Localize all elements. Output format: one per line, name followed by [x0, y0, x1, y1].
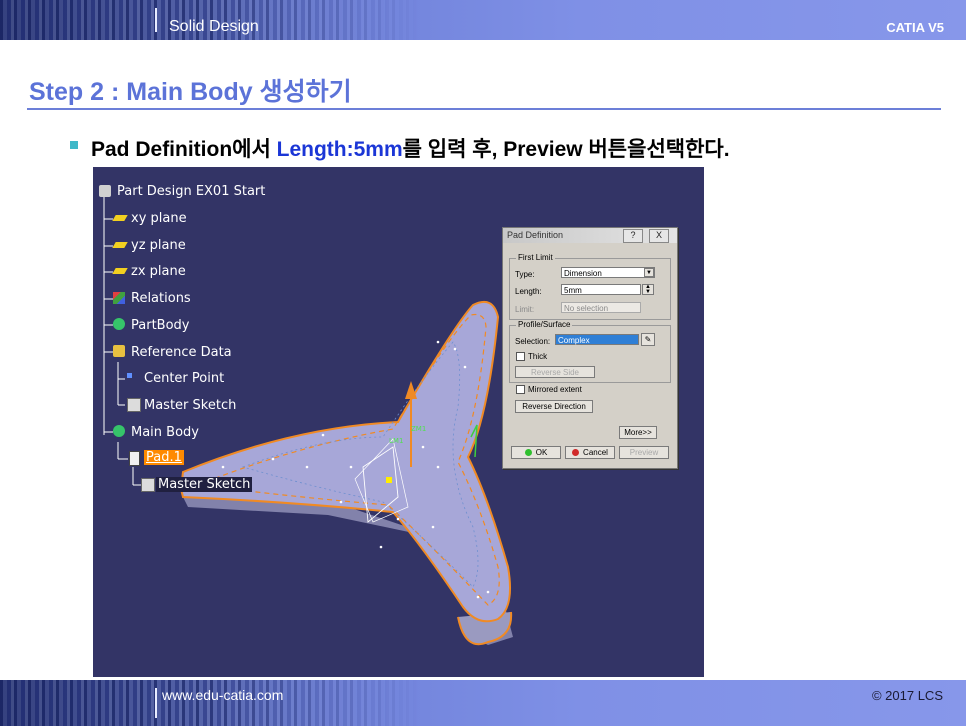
title-divider [27, 108, 941, 110]
tree-item-pad1[interactable]: Pad.1 [144, 450, 184, 465]
tree-item-reference-data[interactable]: Reference Data [131, 345, 232, 360]
close-button[interactable]: X [649, 229, 669, 243]
tree-root[interactable]: Part Design EX01 Start [117, 184, 265, 199]
selection-label: Selection: [515, 337, 551, 346]
type-label: Type: [515, 270, 535, 279]
length-spinner-icon[interactable]: ▲ ▼ [642, 284, 654, 295]
specification-tree: Part Design EX01 Start xy plane yz plane… [93, 167, 353, 507]
mirrored-extent-label: Mirrored extent [528, 385, 582, 394]
axis-label-zm1: ZM1 [411, 425, 426, 433]
header-brand: CATIA V5 [886, 20, 944, 35]
thick-label: Thick [528, 352, 548, 361]
point-icon [127, 373, 132, 378]
cancel-label: Cancel [583, 448, 608, 457]
instruction-text: Pad Definition에서 Length:5mm를 입력 후, Previ… [91, 133, 730, 163]
step-title: Step 2 : Main Body 생성하기 [29, 78, 352, 106]
more-button[interactable]: More>> [619, 426, 657, 439]
pad-icon [129, 451, 140, 466]
footer-separator [155, 688, 157, 718]
header-title: Solid Design [169, 18, 259, 35]
preview-button[interactable]: Preview [619, 446, 669, 459]
relations-icon [113, 292, 125, 304]
instruction-highlight: Length:5mm [276, 138, 403, 161]
dialog-title: Pad Definition [507, 230, 564, 240]
footer-bar: www.edu-catia.com © 2017 LCS [0, 680, 966, 726]
tree-item-main-body[interactable]: Main Body [131, 425, 199, 440]
tree-item-xy-plane[interactable]: xy plane [131, 211, 187, 226]
pad-definition-dialog: Pad Definition ? X First Limit Type: Dim… [502, 227, 678, 469]
partbody-icon [113, 318, 125, 330]
tree-item-master-sketch[interactable]: Master Sketch [144, 398, 236, 413]
sketch-icon [127, 398, 141, 412]
header-separator [155, 8, 157, 32]
footer-copyright: © 2017 LCS [871, 688, 943, 703]
ok-label: OK [535, 448, 548, 457]
limit-label: Limit: [515, 305, 535, 314]
dialog-titlebar[interactable]: Pad Definition ? X [503, 228, 677, 243]
center-point-marker [386, 477, 392, 483]
instruction-part2: 를 입력 후, Preview 버튼을선택한다. [402, 138, 730, 161]
ok-button[interactable]: OK [511, 446, 561, 459]
tree-item-relations[interactable]: Relations [131, 291, 191, 306]
sketch-edit-icon[interactable]: ✎ [641, 333, 655, 346]
tree-item-zx-plane[interactable]: zx plane [131, 264, 186, 279]
sketch-icon [141, 478, 155, 492]
first-limit-label: First Limit [516, 253, 555, 262]
profile-surface-label: Profile/Surface [516, 320, 573, 329]
type-dropdown-arrow-icon[interactable]: ▼ [644, 268, 654, 277]
reverse-side-button[interactable]: Reverse Side [515, 366, 595, 378]
tree-item-pad-sketch[interactable]: Master Sketch [156, 477, 253, 492]
selection-field[interactable]: Complex [555, 334, 639, 345]
part-icon [99, 185, 111, 197]
reference-data-icon [113, 345, 125, 357]
axis-label-lm1: LM1 [389, 437, 403, 445]
length-input[interactable]: 5mm [561, 284, 641, 295]
footer-url[interactable]: www.edu-catia.com [162, 687, 283, 703]
cancel-icon [572, 449, 580, 456]
bullet-icon [70, 141, 78, 149]
help-button[interactable]: ? [623, 229, 643, 243]
body-icon [113, 425, 125, 437]
ok-icon [524, 449, 532, 456]
limit-field[interactable]: No selection [561, 302, 641, 313]
header-bar: Solid Design CATIA V5 [0, 0, 966, 40]
reverse-direction-button[interactable]: Reverse Direction [515, 400, 593, 413]
length-label: Length: [515, 287, 542, 296]
tree-item-partbody[interactable]: PartBody [131, 318, 189, 333]
tree-item-center-point[interactable]: Center Point [144, 371, 224, 386]
mirrored-extent-checkbox[interactable] [516, 385, 525, 394]
thick-checkbox[interactable] [516, 352, 525, 361]
type-select[interactable]: Dimension [561, 267, 655, 278]
instruction-part1: Pad Definition에서 [91, 138, 277, 161]
cancel-button[interactable]: Cancel [565, 446, 615, 459]
tree-item-yz-plane[interactable]: yz plane [131, 238, 186, 253]
